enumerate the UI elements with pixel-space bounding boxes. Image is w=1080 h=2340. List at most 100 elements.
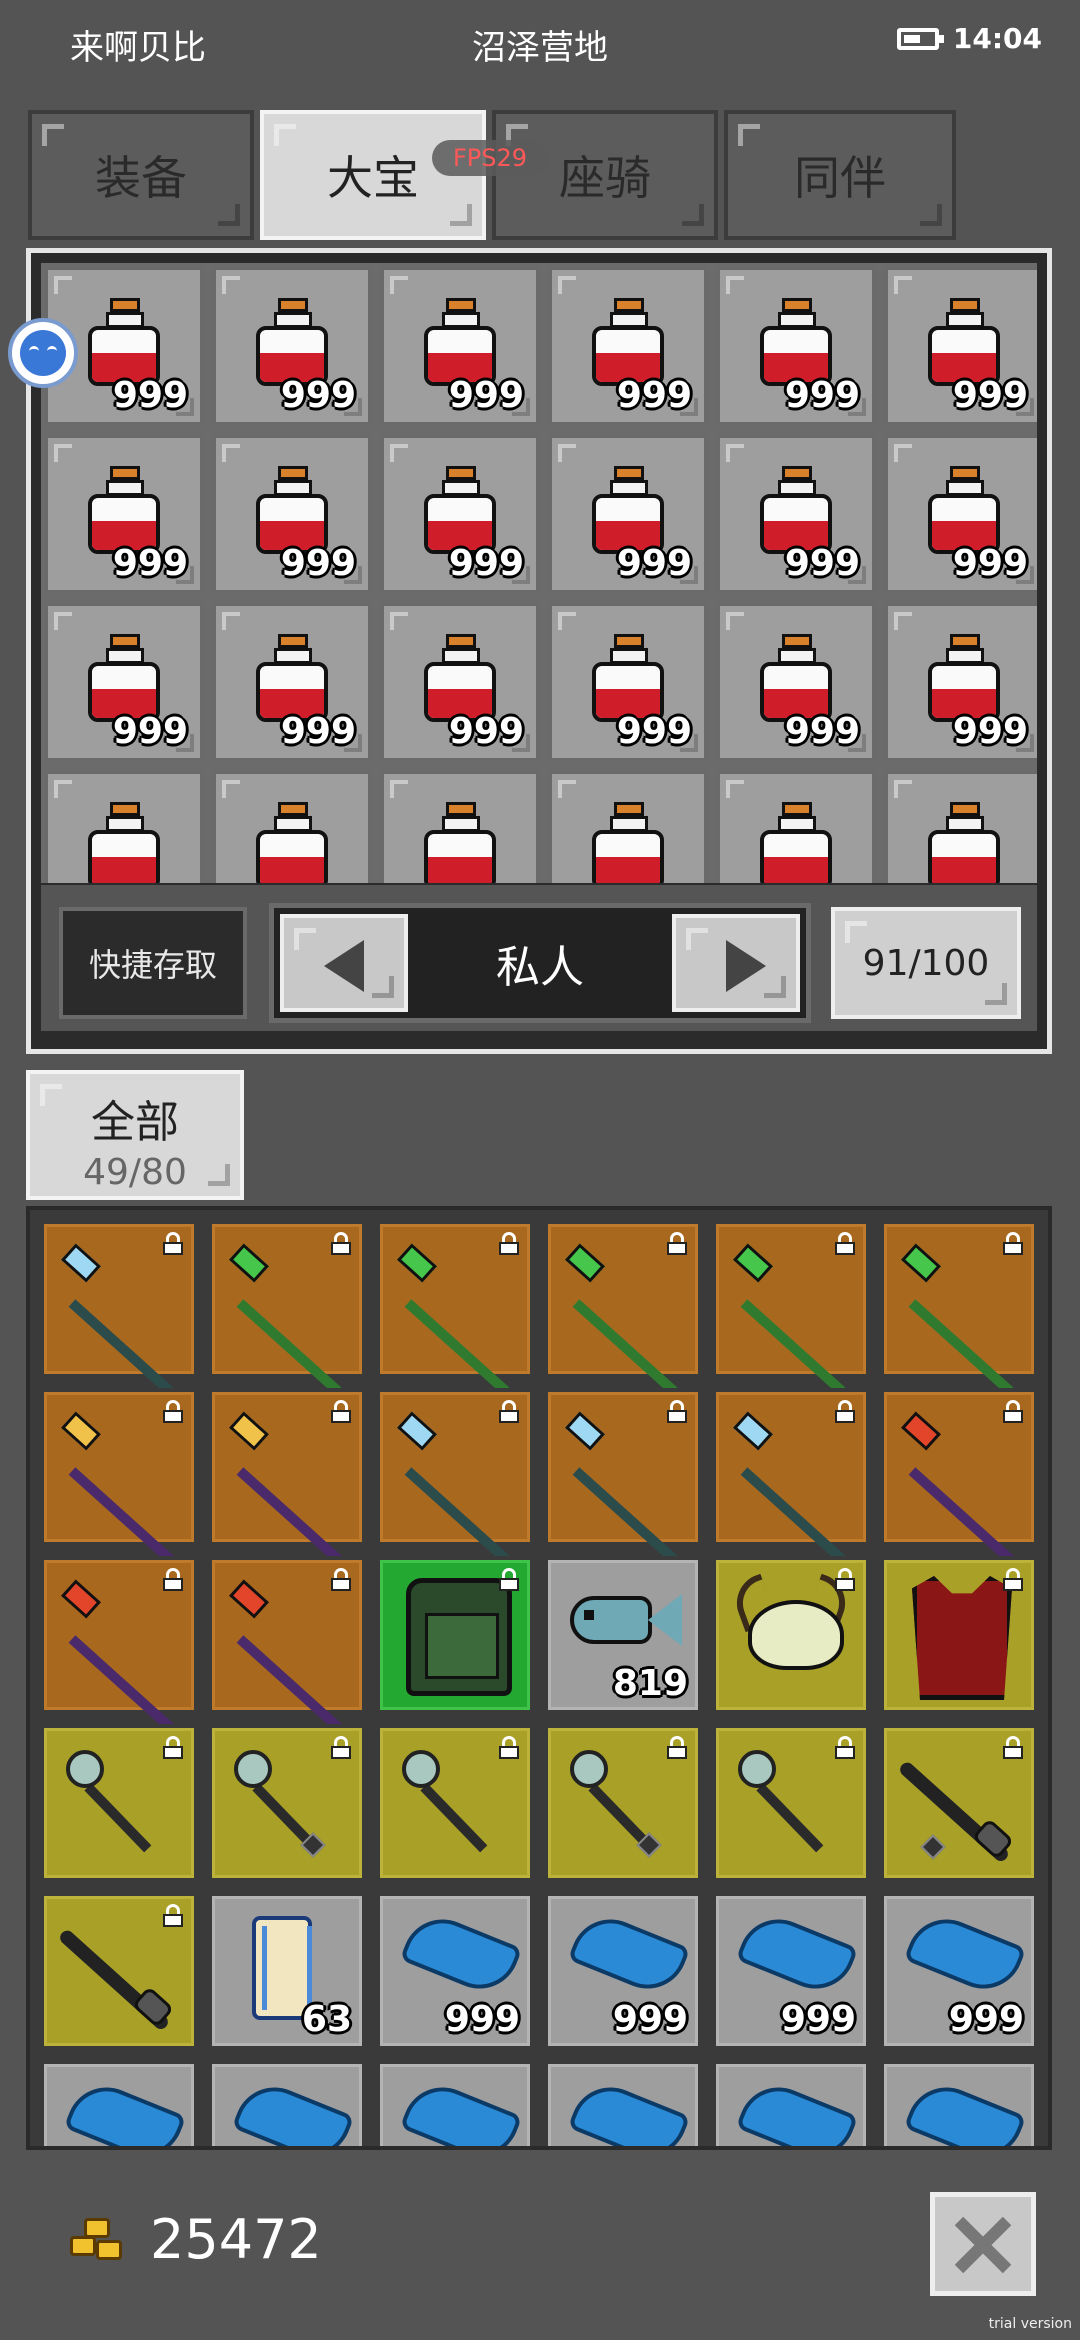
gold-staff-icon xyxy=(229,1411,352,1564)
bag-slot[interactable] xyxy=(880,1388,1038,1564)
lock-icon xyxy=(1002,1232,1024,1255)
item-quantity: 999 xyxy=(280,543,356,584)
bag-slot[interactable] xyxy=(208,1724,366,1882)
bag-slot[interactable] xyxy=(40,1892,198,2050)
red-potion-icon xyxy=(592,466,664,554)
storage-panel: 999 999 999 999 999 999 999 999 999 999 999 999 999 9… xyxy=(26,248,1052,1054)
ice-staff-icon xyxy=(733,1411,856,1564)
bag-slot[interactable] xyxy=(40,2060,198,2146)
bag-slot[interactable] xyxy=(40,1220,198,1396)
storage-slot[interactable]: 999 xyxy=(213,267,371,425)
bag-slot[interactable] xyxy=(712,1388,870,1564)
storage-slot[interactable]: 999 xyxy=(213,603,371,761)
bag-slot[interactable] xyxy=(544,1220,702,1396)
storage-slot[interactable] xyxy=(45,771,203,883)
lock-icon xyxy=(834,1736,856,1759)
bag-slot[interactable] xyxy=(712,1220,870,1396)
item-quantity: 999 xyxy=(784,711,860,752)
storage-capacity-button[interactable]: 91/100 xyxy=(831,907,1021,1019)
bag-slot[interactable] xyxy=(544,2060,702,2146)
bag-slot[interactable] xyxy=(376,2060,534,2146)
bag-slot[interactable] xyxy=(40,1724,198,1882)
red-potion-icon xyxy=(928,802,1000,883)
lock-icon xyxy=(330,1232,352,1255)
storage-slot[interactable]: 999 xyxy=(717,603,875,761)
bag-slot[interactable] xyxy=(208,1220,366,1396)
close-button[interactable] xyxy=(930,2192,1036,2296)
red-potion-icon xyxy=(256,466,328,554)
bag-slot[interactable] xyxy=(712,1556,870,1714)
bag-slot[interactable] xyxy=(712,1724,870,1882)
storage-slot[interactable]: 999 xyxy=(885,603,1037,761)
storage-slot[interactable] xyxy=(885,771,1037,883)
bag-slot[interactable]: 999 xyxy=(544,1892,702,2050)
lock-icon xyxy=(162,1568,184,1591)
red-potion-icon xyxy=(256,298,328,386)
item-quantity: 999 xyxy=(612,1999,688,2040)
bag-category-tab[interactable]: 全部 49/80 xyxy=(26,1070,244,1200)
item-quantity: 999 xyxy=(280,375,356,416)
bag-slot[interactable] xyxy=(880,1556,1038,1714)
storage-slot[interactable]: 999 xyxy=(885,435,1037,593)
bag-slot[interactable] xyxy=(544,1388,702,1564)
tab-equipment[interactable]: 装备 xyxy=(28,110,254,240)
red-potion-icon xyxy=(760,634,832,722)
storage-slot[interactable]: 999 xyxy=(549,603,707,761)
prev-page-button[interactable] xyxy=(280,914,408,1012)
bag-slot[interactable] xyxy=(376,1220,534,1396)
storage-slot[interactable]: 999 xyxy=(549,267,707,425)
bag-slot[interactable] xyxy=(544,1724,702,1882)
lock-icon xyxy=(666,1400,688,1423)
bag-slot[interactable]: 999 xyxy=(880,1892,1038,2050)
bag-slot[interactable]: 999 xyxy=(712,1892,870,2050)
storage-slot[interactable]: 999 xyxy=(213,435,371,593)
storage-slot[interactable]: 999 xyxy=(45,603,203,761)
next-page-button[interactable] xyxy=(672,914,800,1012)
storage-slot[interactable] xyxy=(717,771,875,883)
blue-feather-icon xyxy=(399,1907,523,2001)
bag-slot[interactable]: 999 xyxy=(376,1892,534,2050)
lock-icon xyxy=(162,1736,184,1759)
bag-slot[interactable] xyxy=(376,1556,534,1714)
lock-icon xyxy=(162,1904,184,1927)
storage-slot[interactable]: 999 xyxy=(45,435,203,593)
lock-icon xyxy=(834,1232,856,1255)
bag-slot[interactable] xyxy=(880,1220,1038,1396)
floating-assistant-icon[interactable] xyxy=(8,318,78,388)
green-staff-icon xyxy=(229,1243,352,1396)
ice-staff-icon xyxy=(565,1411,688,1564)
backpack-icon xyxy=(406,1578,512,1696)
bag-slot[interactable]: 819 xyxy=(544,1556,702,1714)
bag-slot[interactable] xyxy=(880,2060,1038,2146)
red-potion-icon xyxy=(256,634,328,722)
bag-slot[interactable] xyxy=(376,1388,534,1564)
bag-slot[interactable] xyxy=(880,1724,1038,1882)
tab-label: 同伴 xyxy=(794,151,886,205)
storage-slot[interactable]: 999 xyxy=(549,435,707,593)
bag-slot[interactable] xyxy=(208,2060,366,2146)
storage-slot[interactable]: 999 xyxy=(381,267,539,425)
ice-staff-icon xyxy=(61,1243,184,1396)
bag-slot[interactable]: 63 xyxy=(208,1892,366,2050)
tab-companion[interactable]: 同伴 xyxy=(724,110,956,240)
storage-slot[interactable]: 999 xyxy=(885,267,1037,425)
bag-slot[interactable] xyxy=(208,1388,366,1564)
bag-slot[interactable] xyxy=(376,1724,534,1882)
storage-slot[interactable]: 999 xyxy=(717,267,875,425)
storage-slot[interactable] xyxy=(213,771,371,883)
storage-slot[interactable] xyxy=(549,771,707,883)
blue-feather-icon xyxy=(567,2075,691,2146)
storage-grid-viewport[interactable]: 999 999 999 999 999 999 999 999 999 999 999 999 999 9… xyxy=(41,263,1037,883)
bag-slot[interactable] xyxy=(40,1556,198,1732)
bag-slot[interactable] xyxy=(208,1556,366,1732)
storage-slot[interactable]: 999 xyxy=(717,435,875,593)
storage-slot[interactable]: 999 xyxy=(381,435,539,593)
storage-slot[interactable] xyxy=(381,771,539,883)
storage-slot[interactable]: 999 xyxy=(381,603,539,761)
bag-panel[interactable]: 819 63 999 999 999 999 xyxy=(26,1206,1052,2150)
lock-icon xyxy=(330,1400,352,1423)
bag-slot[interactable] xyxy=(712,2060,870,2146)
bag-slot[interactable] xyxy=(40,1388,198,1564)
quick-access-button[interactable]: 快捷存取 xyxy=(59,907,247,1019)
item-quantity: 999 xyxy=(784,543,860,584)
